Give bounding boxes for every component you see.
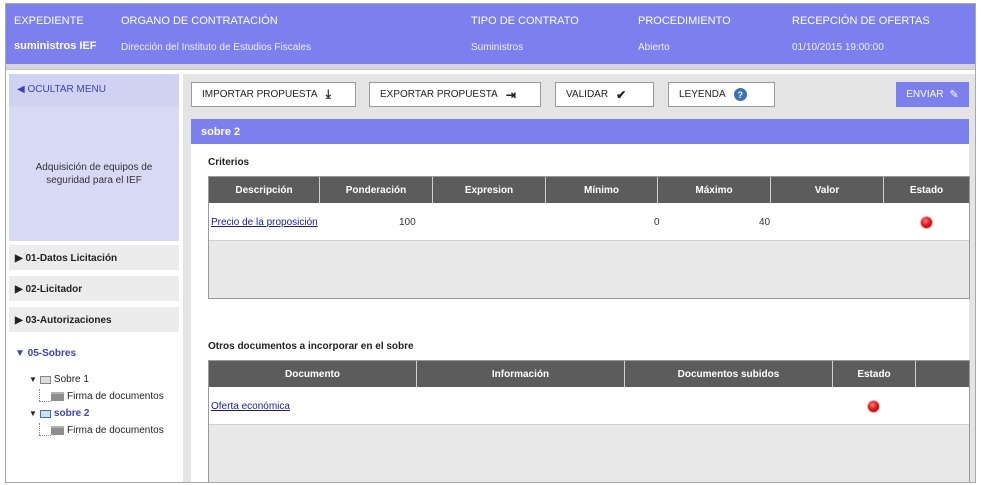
- procedure-title: Adquisición de equipos de seguridad para…: [35, 161, 153, 186]
- tree-item-label: sobre 2: [53, 408, 90, 419]
- tree-item-sobre-2[interactable]: ▼ sobre 2: [29, 408, 90, 419]
- documents-table: Documento Información Documentos subidos…: [208, 360, 970, 482]
- document-name-cell: Oferta económica: [209, 387, 290, 425]
- nav-item-licitador[interactable]: ▶ 02-Licitador: [9, 276, 179, 302]
- criterion-max-cell: 40: [759, 216, 771, 228]
- collapse-arrow-icon[interactable]: ▼: [29, 375, 37, 384]
- folder-icon: [51, 426, 64, 435]
- criteria-table-header: Descripción Ponderación Expresion Mínimo…: [209, 177, 969, 203]
- header-value-recepcion: 01/10/2015 19:00:00: [792, 42, 884, 53]
- nav-item-sobres[interactable]: ▼ 05-Sobres: [9, 340, 179, 366]
- export-icon: ⇥: [505, 87, 516, 102]
- validate-button[interactable]: VALIDAR ✔: [555, 82, 654, 107]
- column-header: Valor: [771, 177, 884, 203]
- header-value-tipo: Suministros: [471, 42, 524, 53]
- tree-item-label: Sobre 1: [53, 374, 89, 385]
- header-label-expediente: EXPEDIENTE: [14, 15, 84, 27]
- column-header: Mínimo: [546, 177, 658, 203]
- criterion-link[interactable]: Precio de la proposición: [211, 217, 318, 228]
- column-header: Documento: [209, 361, 417, 387]
- checkmark-icon: ✔: [616, 87, 627, 102]
- criteria-table: Descripción Ponderación Expresion Mínimo…: [208, 176, 970, 299]
- envelope-icon: [39, 375, 51, 384]
- criteria-section-title: Criterios: [208, 157, 250, 168]
- folder-icon: [51, 392, 64, 401]
- header-value-organo: Dirección del Instituto de Estudios Fisc…: [121, 42, 312, 53]
- tree-connector: [39, 401, 51, 402]
- import-proposal-button[interactable]: IMPORTAR PROPUESTA ⤓: [191, 82, 356, 107]
- header-label-recepcion: RECEPCIÓN DE OFERTAS: [792, 15, 930, 27]
- column-header: Ponderación: [320, 177, 433, 203]
- header-label-tipo: TIPO DE CONTRATO: [471, 15, 579, 27]
- button-label: IMPORTAR PROPUESTA: [202, 89, 318, 100]
- criterion-weight-cell: 100: [399, 216, 416, 228]
- header-value-expediente: suministros IEF: [14, 40, 97, 52]
- sobre-panel: sobre 2 Criterios Descripción Ponderació…: [191, 119, 970, 482]
- tree-connector: [39, 389, 40, 401]
- tree-connector: [39, 423, 40, 435]
- sidebar: ◀ OCULTAR MENU Adquisición de equipos de…: [9, 74, 179, 482]
- tree-connector: [39, 435, 51, 436]
- procedure-title-box: Adquisición de equipos de seguridad para…: [9, 106, 179, 241]
- status-cell: [868, 387, 879, 425]
- edit-icon: ✎: [949, 89, 959, 101]
- table-row: Precio de la proposición 100 0 40: [209, 203, 969, 241]
- nav-item-datos-licitacion[interactable]: ▶ 01-Datos Licitación: [9, 245, 179, 271]
- sobres-tree: ▼ Sobre 1 Firma de documentos ▼ sobre 2 …: [9, 374, 179, 482]
- column-header: Expresion: [433, 177, 546, 203]
- column-header: Información: [417, 361, 625, 387]
- tree-item-firma-1[interactable]: Firma de documentos: [51, 391, 164, 402]
- button-label: LEYENDA: [679, 89, 726, 100]
- legend-button[interactable]: LEYENDA ?: [668, 82, 775, 107]
- send-button[interactable]: ENVIAR ✎: [896, 82, 969, 107]
- criterion-min-cell: 0: [654, 216, 660, 228]
- status-indicator-icon: [868, 400, 879, 412]
- button-label: VALIDAR: [566, 89, 609, 100]
- header-divider: [6, 64, 975, 70]
- collapse-arrow-icon[interactable]: ▼: [29, 409, 37, 418]
- column-header: [916, 361, 969, 387]
- status-cell: [921, 203, 932, 241]
- table-row: Oferta económica: [209, 387, 969, 425]
- app-window: EXPEDIENTE suministros IEF ORGANO DE CON…: [5, 3, 976, 483]
- download-icon: ⤓: [325, 87, 331, 101]
- header-label-organo: ORGANO DE CONTRATACIÓN: [121, 15, 278, 27]
- header-value-procedimiento: Abierto: [638, 42, 670, 53]
- expediente-header: EXPEDIENTE suministros IEF ORGANO DE CON…: [6, 4, 975, 64]
- tree-item-label: Firma de documentos: [67, 425, 164, 436]
- tree-item-label: Firma de documentos: [67, 391, 164, 402]
- column-header: Documentos subidos: [625, 361, 833, 387]
- column-header: Estado: [833, 361, 916, 387]
- other-docs-section-title: Otros documentos a incorporar en el sobr…: [208, 341, 414, 352]
- panel-title: sobre 2: [191, 119, 969, 144]
- main-content: IMPORTAR PROPUESTA ⤓ EXPORTAR PROPUESTA …: [183, 74, 975, 482]
- help-icon: ?: [733, 88, 747, 101]
- column-header: Descripción: [209, 177, 320, 203]
- export-proposal-button[interactable]: EXPORTAR PROPUESTA ⇥: [369, 82, 541, 107]
- hide-menu-button[interactable]: ◀ OCULTAR MENU: [9, 74, 179, 106]
- tree-item-firma-2[interactable]: Firma de documentos: [51, 425, 164, 436]
- button-label: EXPORTAR PROPUESTA: [380, 89, 498, 100]
- status-indicator-icon: [921, 216, 932, 228]
- criterion-description-cell: Precio de la proposición: [209, 203, 318, 241]
- column-header: Estado: [909, 184, 944, 196]
- documents-table-header: Documento Información Documentos subidos…: [209, 361, 969, 387]
- envelope-icon: [39, 409, 51, 418]
- button-label: ENVIAR: [906, 89, 944, 100]
- document-link[interactable]: Oferta económica: [211, 401, 290, 412]
- header-label-procedimiento: PROCEDIMIENTO: [638, 15, 731, 27]
- nav-item-autorizaciones[interactable]: ▶ 03-Autorizaciones: [9, 307, 179, 333]
- column-header: Máximo: [658, 177, 771, 203]
- tree-item-sobre-1[interactable]: ▼ Sobre 1: [29, 374, 89, 385]
